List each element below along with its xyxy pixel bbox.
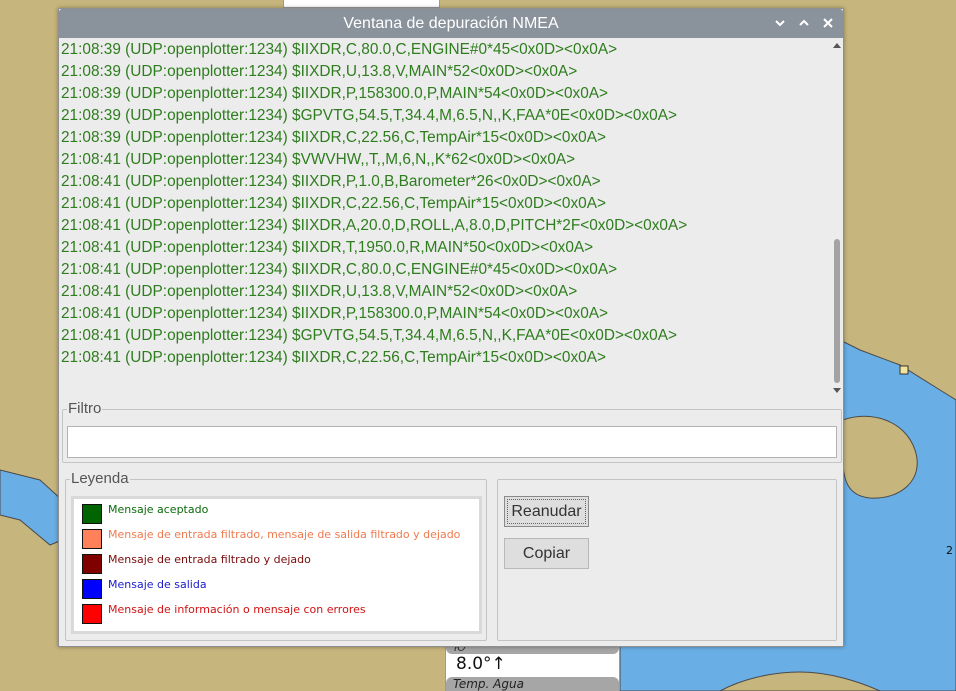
log-line: 21:08:41 (UDP:openplotter:1234) $IIXDR,T… xyxy=(61,239,594,256)
log-line: 21:08:41 (UDP:openplotter:1234) $GPVTG,5… xyxy=(61,327,677,344)
actions-group: Reanudar Copiar xyxy=(497,479,837,641)
nmea-log[interactable]: 21:08:39 (UDP:openplotter:1234) $IIXDR,C… xyxy=(60,39,843,401)
legend-color-swatch xyxy=(82,579,102,599)
resume-button[interactable]: Reanudar xyxy=(504,496,589,527)
legend-item-label: Mensaje de entrada filtrado y dejado xyxy=(108,553,311,566)
legend-color-swatch xyxy=(82,504,102,524)
filter-label: Filtro xyxy=(67,400,103,418)
legend-color-swatch xyxy=(82,554,102,574)
log-line: 21:08:39 (UDP:openplotter:1234) $IIXDR,C… xyxy=(61,129,606,146)
chevron-down-icon xyxy=(775,20,785,27)
legend-item-label: Mensaje de salida xyxy=(108,578,207,591)
log-line: 21:08:41 (UDP:openplotter:1234) $IIXDR,C… xyxy=(61,349,606,366)
log-lines: 21:08:39 (UDP:openplotter:1234) $IIXDR,C… xyxy=(60,39,843,369)
log-line: 21:08:41 (UDP:openplotter:1234) $IIXDR,P… xyxy=(61,305,609,322)
compass-panel xyxy=(283,0,440,8)
log-line: 21:08:41 (UDP:openplotter:1234) $IIXDR,C… xyxy=(61,261,618,278)
title-bar[interactable]: Ventana de depuración NMEA xyxy=(59,9,843,38)
filter-group: Filtro xyxy=(62,400,842,463)
legend-color-swatch xyxy=(82,529,102,549)
log-line: 21:08:39 (UDP:openplotter:1234) $IIXDR,U… xyxy=(61,63,578,80)
instrument-label-bottom: Temp. Agua xyxy=(446,677,619,691)
log-line: 21:08:39 (UDP:openplotter:1234) $GPVTG,5… xyxy=(61,107,677,124)
legend-label: Leyenda xyxy=(70,470,130,488)
log-line: 21:08:41 (UDP:openplotter:1234) $IIXDR,A… xyxy=(61,217,688,234)
instrument-panel[interactable]: Ю 8.0°↑ Temp. Agua xyxy=(445,644,620,691)
legend-item: Mensaje de entrada filtrado, mensaje de … xyxy=(82,528,480,550)
legend-color-swatch xyxy=(82,604,102,624)
scroll-down-icon[interactable] xyxy=(832,385,842,397)
buoy-marker xyxy=(899,365,909,375)
log-line: 21:08:41 (UDP:openplotter:1234) $IIXDR,U… xyxy=(61,283,578,300)
legend-item: Mensaje de salida xyxy=(82,578,480,600)
legend-item: Mensaje de información o mensaje con err… xyxy=(82,603,480,625)
legend-item-label: Mensaje aceptado xyxy=(108,503,209,516)
legend-item: Mensaje de entrada filtrado y dejado xyxy=(82,553,480,575)
chevron-up-icon xyxy=(799,19,809,26)
instrument-value: 8.0°↑ xyxy=(456,654,506,674)
legend-item: Mensaje aceptado xyxy=(82,503,480,525)
legend-item-label: Mensaje de entrada filtrado, mensaje de … xyxy=(108,528,461,541)
log-line: 21:08:41 (UDP:openplotter:1234) $IIXDR,P… xyxy=(61,173,601,190)
log-line: 21:08:41 (UDP:openplotter:1234) $IIXDR,C… xyxy=(61,195,606,212)
log-scrollbar[interactable] xyxy=(831,39,843,399)
map-edge-number: 2 xyxy=(946,544,953,557)
maximize-button[interactable] xyxy=(794,13,814,33)
legend-group: Leyenda Mensaje aceptado Mensaje de entra… xyxy=(65,470,487,641)
scroll-thumb[interactable] xyxy=(834,239,840,383)
close-button[interactable] xyxy=(818,13,838,33)
close-icon xyxy=(823,18,833,28)
legend-item-label: Mensaje de información o mensaje con err… xyxy=(108,603,366,616)
log-line: 21:08:39 (UDP:openplotter:1234) $IIXDR,C… xyxy=(61,41,618,58)
log-line: 21:08:41 (UDP:openplotter:1234) $VWVHW,,… xyxy=(61,151,576,168)
scroll-up-icon[interactable] xyxy=(832,39,842,51)
copy-button[interactable]: Copiar xyxy=(504,538,589,569)
log-line: 21:08:39 (UDP:openplotter:1234) $IIXDR,P… xyxy=(61,85,609,102)
legend-list: Mensaje aceptado Mensaje de entrada filtr… xyxy=(71,496,482,634)
filter-input[interactable] xyxy=(67,426,837,458)
nmea-debug-window: Ventana de depuración NMEA 21:08:39 (UDP… xyxy=(58,8,844,647)
minimize-button[interactable] xyxy=(770,13,790,33)
window-title: Ventana de depuración NMEA xyxy=(343,15,559,32)
